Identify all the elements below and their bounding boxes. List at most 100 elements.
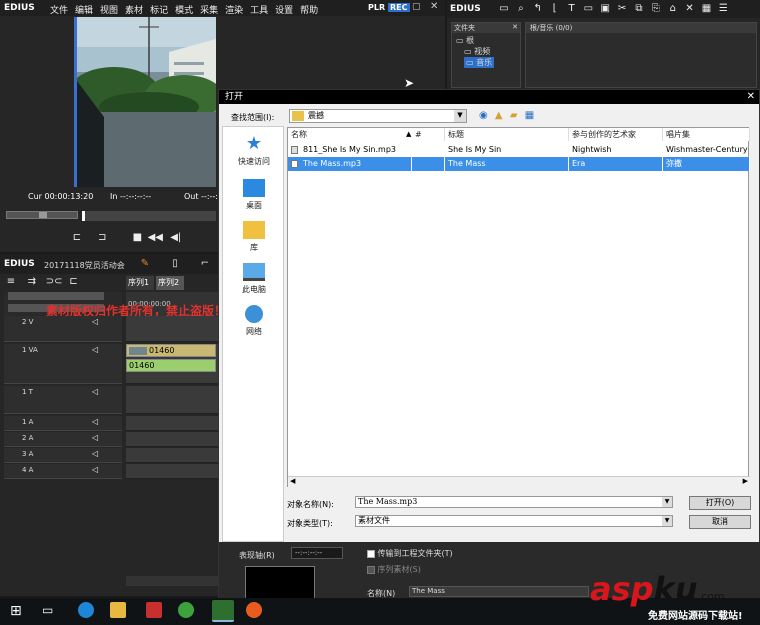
text-icon[interactable]: T [565,3,579,15]
track-row[interactable] [126,416,218,431]
place-libraries[interactable]: 库 [222,221,286,253]
open-icon[interactable]: ▭ [581,3,595,15]
menu-item[interactable]: 文件 [50,3,68,16]
folder-close-icon[interactable]: ✕ [512,23,518,31]
track-header[interactable]: 1 VA ◁ [4,344,122,384]
menu-item[interactable]: 帮助 [300,3,318,16]
tab-sequence2[interactable]: 序列2 [156,276,184,290]
menu-item[interactable]: 视图 [100,3,118,16]
place-network[interactable]: 网络 [222,305,286,337]
tree-video[interactable]: ▭ 视频 [464,46,490,57]
mark-out-icon[interactable]: ⊐ [95,232,109,244]
filetype-select[interactable]: 素材文件 ▼ [355,515,673,527]
menu-item[interactable]: 采集 [200,3,218,16]
horizontal-scrollbar[interactable] [126,576,218,586]
folder-icon[interactable]: ▭ [497,3,511,15]
name-input[interactable]: The Mass [409,586,589,597]
sequence-checkbox[interactable]: 序列素材(S) [367,564,421,575]
up-folder-icon[interactable]: ▲ [495,110,503,121]
edius-task-icon[interactable] [212,600,234,622]
shuttle-slider[interactable] [6,211,78,219]
overwrite-mode-icon[interactable]: ⇉ [25,276,39,288]
col-album[interactable]: 唱片集 [663,128,750,141]
menu-item[interactable]: 设置 [275,3,293,16]
track-toggle-icon[interactable]: ◁ [92,345,98,354]
place-this-pc[interactable]: 此电脑 [222,263,286,295]
track-row[interactable] [126,386,218,414]
media-app-icon[interactable] [146,602,162,618]
file-explorer-icon[interactable] [110,602,126,618]
audio-clip[interactable]: 01460 [126,359,216,372]
up-icon[interactable]: ↰ [531,3,545,15]
col-title[interactable]: 标题 [445,128,569,141]
save-icon[interactable]: ⌐ [198,258,212,270]
place-quick-access[interactable]: ★ 快速访问 [222,135,286,167]
edit-mode-icon[interactable]: ✎ [138,258,152,270]
cancel-button[interactable]: 取消 [689,515,751,529]
close-icon[interactable]: ✕ [430,1,438,12]
track-toggle-icon[interactable]: ◁ [92,465,98,474]
firefox-icon[interactable] [246,602,262,618]
stop-icon[interactable]: ■ [130,232,144,244]
video-clip[interactable]: 01460 [126,344,216,357]
view-menu-icon[interactable]: ▦ [525,110,534,121]
green-app-icon[interactable] [178,602,194,618]
tree-music[interactable]: ▭ 音乐 [464,57,495,68]
lookin-dropdown-icon[interactable]: ▼ [454,110,466,122]
menu-item[interactable]: 工具 [250,3,268,16]
track-toggle-icon[interactable]: ◁ [92,449,98,458]
filename-dropdown-icon[interactable]: ▼ [662,497,672,507]
paste-icon[interactable]: ⎘ [649,3,663,15]
track-toggle-icon[interactable]: ◁ [92,317,98,326]
track-header[interactable]: 1 T ◁ [4,386,122,414]
group-icon[interactable]: ⊏ [67,276,81,288]
properties-icon[interactable]: ⌂ [666,3,680,15]
windows-start-icon[interactable]: ⊞ [10,603,22,619]
mark-in-icon[interactable]: ⊏ [70,232,84,244]
capture-icon[interactable]: ▣ [598,3,612,15]
transfer-checkbox[interactable]: 传输到工程文件夹(T) [367,548,453,559]
cut-icon[interactable]: ✂ [615,3,629,15]
track-row[interactable] [126,316,218,342]
back-icon[interactable]: ◉ [479,110,488,121]
track-toggle-icon[interactable]: ◁ [92,433,98,442]
dialog-close-icon[interactable]: ✕ [747,90,755,104]
new-sequence-icon[interactable]: ▯ [168,258,182,270]
copy-icon[interactable]: ⧉ [632,3,646,15]
menu-item[interactable]: 渲染 [225,3,243,16]
task-view-icon[interactable]: ▭ [42,603,53,617]
list-hscroll[interactable]: ◀ ▶ [288,476,750,487]
track-header[interactable]: 2 A ◁ [4,432,122,447]
track-toggle-icon[interactable]: ◁ [92,417,98,426]
view-icon[interactable]: ▦ [700,3,714,15]
filename-input[interactable]: The Mass.mp3 ▼ [355,496,673,508]
lookin-select[interactable]: 震撼 ▼ [289,109,467,123]
menu-item[interactable]: 模式 [175,3,193,16]
menu-item[interactable]: 编辑 [75,3,93,16]
rewind-icon[interactable]: ◀◀ [148,232,163,244]
add-clip-icon[interactable]: ⌊ [548,3,562,15]
track-toggle-icon[interactable]: ◁ [92,387,98,396]
track-header[interactable]: 4 A ◁ [4,464,122,479]
track-row[interactable] [126,448,218,463]
list-icon[interactable]: ☰ [716,3,730,15]
position-bar[interactable] [82,211,216,221]
delete-icon[interactable]: ✕ [683,3,697,15]
track-header[interactable]: 1 A ◁ [4,416,122,431]
plr-button[interactable]: PLR [368,3,385,12]
place-desktop[interactable]: 桌面 [222,179,286,211]
col-number[interactable]: # [412,128,444,141]
step-back-icon[interactable]: ◀| [169,232,183,244]
link-icon[interactable]: ⊃⊂ [46,276,63,288]
col-artist[interactable]: 参与创作的艺术家 [569,128,663,141]
menu-item[interactable]: 标记 [150,3,168,16]
track-header[interactable]: 2 V ◁ [4,316,122,342]
menu-item[interactable]: 素材 [125,3,143,16]
track-header[interactable]: 3 A ◁ [4,448,122,463]
tree-root[interactable]: ▭ 根 [456,35,474,46]
browser-icon[interactable] [78,602,94,618]
rec-button[interactable]: REC [388,3,410,12]
search-icon[interactable]: ⌕ [514,3,528,15]
track-row[interactable] [126,432,218,447]
minimize-icon[interactable]: ▢ [412,2,421,12]
